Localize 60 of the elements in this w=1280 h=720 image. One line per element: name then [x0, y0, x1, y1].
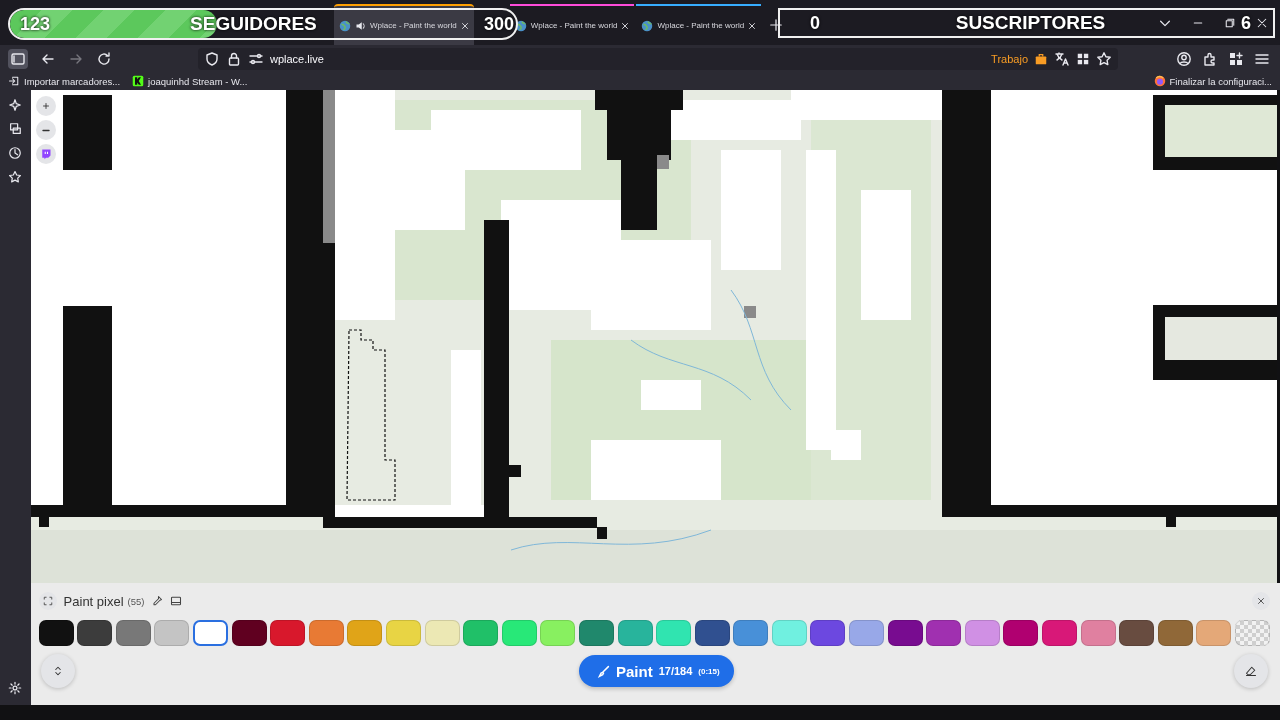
paint-button[interactable]: Paint 17/184 (0:15) — [578, 655, 734, 687]
close-button[interactable] — [1252, 592, 1270, 610]
history-clock-icon[interactable] — [8, 146, 23, 160]
plus-icon[interactable] — [769, 17, 784, 32]
reload-icon[interactable] — [96, 50, 112, 67]
import-icon — [8, 75, 20, 87]
plus-icon — [40, 101, 51, 111]
bookmark-item[interactable]: Importar marcadores... — [8, 75, 121, 87]
site-logo-icon — [132, 75, 145, 87]
shield-icon — [204, 50, 220, 67]
tab-title: Wplace - Paint the world — [370, 21, 457, 30]
account-icon[interactable] — [1176, 50, 1192, 67]
url-text: wplace.live — [270, 52, 324, 65]
pixel-count: (55) — [127, 595, 145, 607]
globe-icon — [338, 18, 352, 33]
pixel-art-map-drawing[interactable] — [30, 90, 1277, 583]
address-bar[interactable]: wplace.live Trabajo — [198, 47, 1118, 70]
follower-count: 123 — [20, 13, 51, 35]
globe-icon — [640, 18, 655, 33]
browser-logo-icon — [1153, 75, 1166, 87]
sidebar-icon — [10, 50, 26, 67]
sidebar-toggle-button[interactable] — [8, 48, 28, 69]
panel-title: Paint pixel — [63, 593, 124, 609]
close-icon[interactable] — [459, 20, 470, 31]
fullscreen-button[interactable] — [38, 592, 57, 610]
eraser-button[interactable] — [1234, 654, 1268, 688]
restore-icon[interactable] — [1224, 16, 1236, 29]
lock-icon — [226, 50, 242, 67]
close-icon[interactable] — [747, 20, 758, 31]
image-icon[interactable] — [170, 595, 183, 607]
color-swatch[interactable] — [192, 620, 228, 646]
grid-icon[interactable] — [1076, 51, 1090, 66]
stream-logo-icon — [39, 148, 52, 160]
container-label[interactable]: Trabajo — [991, 52, 1028, 65]
close-icon[interactable] — [1256, 16, 1268, 29]
close-icon — [1256, 596, 1266, 606]
bookmark-item[interactable]: Finalizar la configuraci... — [1153, 75, 1272, 87]
close-icon[interactable] — [620, 20, 631, 31]
star-icon[interactable] — [1096, 50, 1112, 67]
synced-devices-icon[interactable] — [8, 122, 23, 136]
expand-toggle-button[interactable] — [40, 654, 75, 688]
brush-icon — [596, 664, 610, 678]
bookmark-item[interactable]: joaquinhd Stream - W... — [132, 75, 248, 87]
browser-tab[interactable]: Wplace - Paint the world — [334, 4, 474, 45]
extensions-icon[interactable] — [1202, 50, 1218, 67]
eraser-icon — [1245, 665, 1257, 677]
subscriber-count: 0 — [810, 12, 820, 34]
apps-grid-icon[interactable] — [1228, 50, 1244, 67]
settings-icon[interactable] — [8, 681, 23, 695]
sparkle-icon[interactable] — [8, 98, 23, 112]
tab-title: Wplace - Paint the world — [530, 21, 618, 30]
goal-label: SUSCRIPTORES — [955, 12, 1106, 34]
expand-icon — [42, 596, 53, 606]
eyedropper-icon[interactable] — [151, 595, 164, 607]
star-icon[interactable] — [8, 170, 23, 184]
translate-icon[interactable] — [1054, 50, 1070, 67]
briefcase-icon — [1034, 51, 1048, 66]
tab-title: Wplace - Paint the world — [657, 21, 745, 30]
minus-icon — [41, 128, 50, 132]
goal-target: 6 — [1240, 12, 1251, 34]
